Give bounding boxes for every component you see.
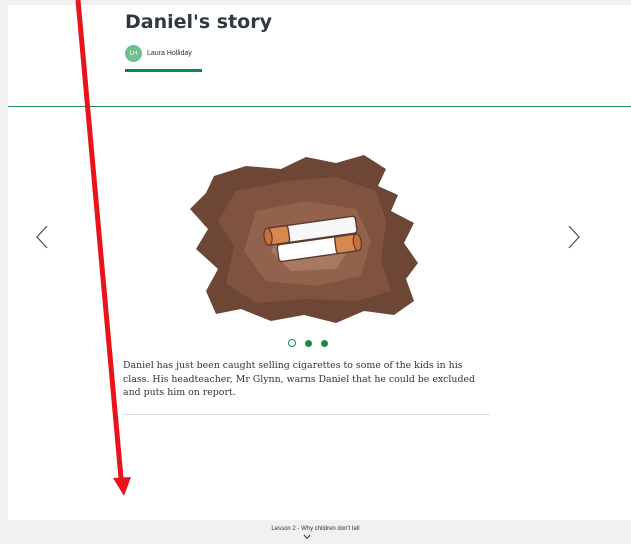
story-card: Daniel's story LH Laura Holliday Daniel …: [8, 5, 631, 520]
previous-slide-button[interactable]: [32, 222, 54, 252]
pagination-dot-1[interactable]: [288, 339, 296, 347]
cigarettes-illustration: [190, 155, 418, 323]
pagination-dot-2[interactable]: [305, 339, 312, 347]
caption-divider: [123, 414, 490, 415]
author-name: Laura Holliday: [147, 50, 192, 57]
avatar: LH: [125, 45, 142, 62]
slide-caption: Daniel has just been caught selling ciga…: [123, 360, 476, 398]
pagination-dot-3[interactable]: [321, 339, 328, 347]
next-slide-button[interactable]: [562, 222, 584, 252]
chevron-down-icon: [303, 534, 311, 540]
chevron-left-icon: [36, 225, 48, 249]
lesson-label: Lesson 2 - Why children don't tell: [271, 526, 360, 532]
lesson-footer[interactable]: Lesson 2 - Why children don't tell: [0, 520, 631, 544]
slide-pagination: [288, 339, 328, 347]
chevron-right-icon: [568, 225, 580, 249]
page-title: Daniel's story: [125, 11, 272, 33]
header-divider: [8, 106, 631, 107]
author-info: LH Laura Holliday: [125, 45, 192, 62]
title-underline: [125, 69, 202, 72]
